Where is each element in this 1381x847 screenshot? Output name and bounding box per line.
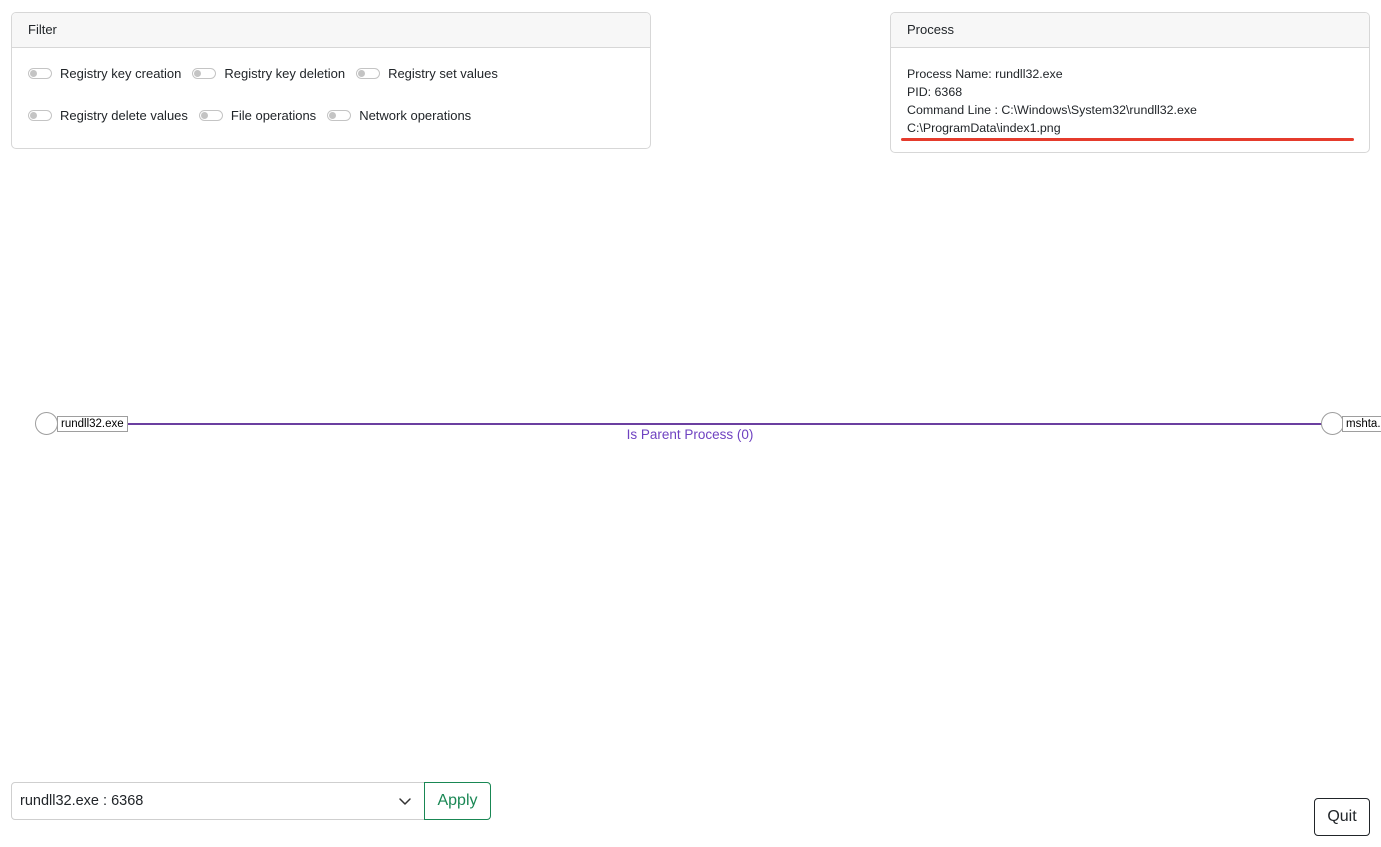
toggle-switch[interactable] [198, 110, 223, 121]
toggle-label: Network operations [359, 108, 472, 123]
apply-button[interactable]: Apply [424, 782, 491, 820]
highlight-underline [901, 138, 1354, 141]
toggle-registry-key-creation[interactable]: Registry key creation [28, 66, 181, 81]
graph-node-target[interactable] [1321, 412, 1344, 435]
filter-row-2: Registry delete values File operations N… [28, 108, 482, 123]
toggle-file-operations[interactable]: File operations [198, 108, 317, 123]
graph-edge-label: Is Parent Process (0) [626, 427, 754, 442]
toggle-label: File operations [230, 108, 317, 123]
toggle-switch[interactable] [28, 68, 52, 79]
toggle-knob [194, 70, 202, 77]
process-select-value: rundll32.exe : 6368 [20, 793, 144, 809]
toggle-knob [358, 70, 366, 77]
graph-edge[interactable] [47, 423, 1347, 425]
quit-button[interactable]: Quit [1314, 798, 1370, 836]
toggle-registry-key-deletion[interactable]: Registry key deletion [192, 66, 345, 81]
toggle-knob [329, 112, 337, 119]
toggle-label: Registry key creation [60, 66, 182, 81]
toggle-label: Registry key deletion [224, 66, 346, 81]
process-command-line: Command Line : C:\Windows\System32\rundl… [907, 103, 1197, 117]
toggle-registry-set-values[interactable]: Registry set values [356, 66, 498, 81]
app-window: Filter Registry key creation Registry ke… [0, 0, 1381, 847]
toggle-knob [30, 112, 37, 119]
graph-node-source-label: rundll32.exe [57, 416, 128, 432]
graph-node-target-label: mshta. [1342, 416, 1381, 432]
process-pid: PID: 6368 [907, 85, 963, 99]
graph-node-source[interactable] [35, 412, 58, 435]
toggle-knob [200, 112, 208, 119]
toggle-label: Registry set values [388, 66, 498, 81]
process-panel-title: Process [891, 13, 1369, 48]
chevron-down-icon [398, 794, 412, 808]
toggle-network-operations[interactable]: Network operations [327, 108, 471, 123]
toggle-switch[interactable] [356, 68, 381, 79]
toggle-registry-delete-values[interactable]: Registry delete values [28, 108, 188, 123]
process-command-line-continued: C:\ProgramData\index1.png [907, 121, 1061, 135]
toggle-switch[interactable] [192, 68, 217, 79]
filter-panel: Filter Registry key creation Registry ke… [11, 12, 651, 149]
toggle-switch[interactable] [28, 110, 52, 121]
toggle-knob [30, 70, 37, 77]
filter-row-1: Registry key creation Registry key delet… [28, 66, 509, 81]
filter-panel-title: Filter [12, 13, 650, 48]
toggle-switch[interactable] [327, 110, 352, 121]
toggle-label: Registry delete values [60, 108, 188, 123]
process-graph[interactable]: Is Parent Process (0) rundll32.exe mshta… [0, 160, 1381, 760]
process-panel: Process Process Name: rundll32.exe PID: … [890, 12, 1370, 153]
process-details: Process Name: rundll32.exe PID: 6368 Com… [907, 65, 1197, 137]
process-name: Process Name: rundll32.exe [907, 67, 1063, 81]
process-select[interactable]: rundll32.exe : 6368 [11, 782, 425, 820]
